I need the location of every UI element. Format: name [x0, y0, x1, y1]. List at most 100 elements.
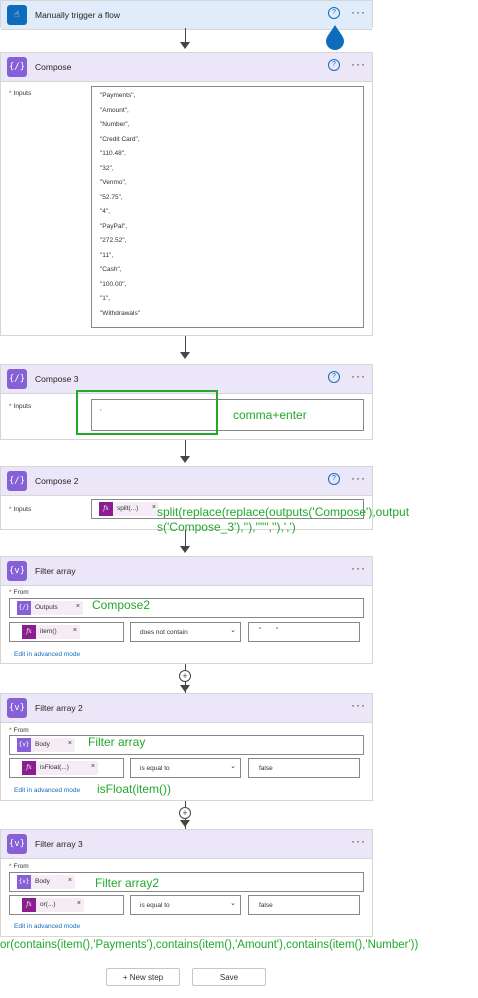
compose-input-line: "110.48", — [100, 150, 126, 157]
compose2-title: Compose 2 — [35, 476, 79, 486]
help-icon[interactable]: ? — [328, 473, 340, 485]
right-value: false — [259, 765, 273, 772]
compose-inputs-field[interactable]: "Payments", "Amount", "Number", "Credit Car… — [91, 86, 364, 328]
filter-array-3-title: Filter array 3 — [35, 839, 83, 849]
token-label: Outputs — [35, 604, 58, 611]
annotation-line: s('Compose_3'),''),'""',''),',') — [157, 520, 296, 534]
filter-array-3-header[interactable]: {v} Filter array 3 ··· — [1, 830, 372, 859]
condition-right-field[interactable]: " " — [248, 622, 360, 642]
body-token[interactable]: {v} Body × — [17, 738, 75, 752]
operator-value: is equal to — [140, 765, 170, 772]
compose-card[interactable]: {/} Compose ? ··· * Inputs "Payments", "Am… — [0, 52, 373, 336]
inputs-label: * Inputs — [9, 506, 32, 513]
operator-dropdown[interactable]: is equal to ⌄ — [130, 895, 241, 915]
compose-input-line: "100.00", — [100, 280, 127, 288]
compose-input-line: "PayPal", — [100, 222, 128, 230]
more-options-icon[interactable]: ··· — [351, 561, 366, 575]
annotation-comma-enter: comma+enter — [233, 408, 307, 422]
compose-input-line: "Withdrawals" — [100, 309, 141, 317]
condition-left-field[interactable]: fx item() × — [9, 622, 124, 642]
compose-header[interactable]: {/} Compose ? ··· — [1, 53, 372, 82]
remove-token-icon[interactable]: × — [68, 877, 72, 884]
annotation-or-contains: or(contains(item(),'Payments'),contains(… — [0, 939, 419, 951]
condition-left-field[interactable]: fx or(...) × — [9, 895, 124, 915]
body-token[interactable]: {v} Body × — [17, 875, 75, 889]
connector-arrowhead — [180, 456, 190, 463]
compose-input-line: "32", — [100, 164, 114, 172]
connector-arrow — [185, 530, 186, 546]
connector-arrow — [185, 28, 186, 42]
compose-icon: {/} — [7, 369, 27, 389]
edit-advanced-mode-link[interactable]: Edit in advanced mode — [14, 923, 80, 930]
compose-input-line: "11", — [100, 251, 114, 259]
chevron-down-icon: ⌄ — [230, 900, 236, 907]
filter-array-card[interactable]: {v} Filter array ··· * From {/} Outputs ×… — [0, 556, 373, 664]
new-step-button[interactable]: + New step — [106, 968, 180, 986]
more-options-icon[interactable]: ··· — [351, 57, 366, 71]
from-label: * From — [9, 589, 29, 596]
expression-token[interactable]: fx item() × — [22, 625, 80, 639]
filter-icon: {v} — [7, 698, 27, 718]
right-value: " " — [259, 627, 279, 634]
help-icon[interactable]: ? — [328, 7, 340, 19]
connector-arrowhead — [180, 42, 190, 49]
compose-title: Compose — [35, 62, 72, 72]
filter-array-2-card[interactable]: {v} Filter array 2 ··· * From {v} Body × … — [0, 693, 373, 801]
filter-array-3-card[interactable]: {v} Filter array 3 ··· * From {v} Body × … — [0, 829, 373, 937]
connector-arrowhead — [180, 352, 190, 359]
more-options-icon[interactable]: ··· — [351, 5, 366, 19]
compose2-header[interactable]: {/} Compose 2 ? ··· — [1, 467, 372, 496]
compose-input-line: "Payments", — [100, 92, 136, 99]
help-icon[interactable]: ? — [328, 59, 340, 71]
remove-token-icon[interactable]: × — [91, 763, 95, 770]
help-icon[interactable]: ? — [328, 371, 340, 383]
remove-token-icon[interactable]: × — [68, 740, 72, 747]
compose-input-line: "Venmo", — [100, 179, 127, 186]
trigger-header[interactable]: ☝ Manually trigger a flow ? ··· — [1, 1, 372, 30]
fx-icon: fx — [22, 761, 36, 775]
drop-icon — [326, 25, 344, 50]
condition-right-field[interactable]: false — [248, 895, 360, 915]
compose-input-line: "Number", — [100, 121, 130, 128]
from-field[interactable]: {v} Body × — [9, 872, 364, 892]
token-label: split(...) — [117, 505, 139, 512]
remove-token-icon[interactable]: × — [76, 603, 80, 610]
from-field[interactable]: {v} Body × — [9, 735, 364, 755]
condition-left-field[interactable]: fx isFloat(...) × — [9, 758, 124, 778]
filter-icon: {v} — [7, 834, 27, 854]
right-value: false — [259, 902, 273, 909]
operator-value: is equal to — [140, 902, 170, 909]
more-options-icon[interactable]: ··· — [351, 698, 366, 712]
more-options-icon[interactable]: ··· — [351, 369, 366, 383]
remove-token-icon[interactable]: × — [152, 504, 156, 511]
annotation-compose2: Compose2 — [92, 598, 151, 612]
from-field[interactable]: {/} Outputs × — [9, 598, 364, 618]
compose-input-line: "1", — [100, 295, 111, 302]
filter-array-header[interactable]: {v} Filter array ··· — [1, 557, 372, 586]
compose3-title: Compose 3 — [35, 374, 79, 384]
more-options-icon[interactable]: ··· — [351, 834, 366, 848]
trigger-card[interactable]: ☝ Manually trigger a flow ? ··· — [0, 0, 373, 30]
connector-arrowhead — [180, 685, 190, 692]
outputs-token[interactable]: {/} Outputs × — [17, 601, 83, 615]
edit-advanced-mode-link[interactable]: Edit in advanced mode — [14, 787, 80, 794]
condition-right-field[interactable]: false — [248, 758, 360, 778]
operator-dropdown[interactable]: does not contain ⌄ — [130, 622, 241, 642]
expression-token[interactable]: fx isFloat(...) × — [22, 761, 98, 775]
remove-token-icon[interactable]: × — [77, 900, 81, 907]
add-step-icon[interactable]: + — [179, 807, 191, 819]
highlight-box — [76, 390, 218, 435]
add-step-icon[interactable]: + — [179, 670, 191, 682]
filter-icon: {v} — [17, 738, 31, 752]
expression-token[interactable]: fx split(...) × — [99, 502, 159, 516]
filter-array-2-header[interactable]: {v} Filter array 2 ··· — [1, 694, 372, 723]
filter-icon: {v} — [17, 875, 31, 889]
edit-advanced-mode-link[interactable]: Edit in advanced mode — [14, 651, 80, 658]
annotation-filter-array2: Filter array2 — [95, 876, 160, 890]
more-options-icon[interactable]: ··· — [351, 471, 366, 485]
save-button[interactable]: Save — [192, 968, 266, 986]
connector-arrowhead — [180, 820, 190, 827]
expression-token[interactable]: fx or(...) × — [22, 898, 84, 912]
remove-token-icon[interactable]: × — [73, 627, 77, 634]
operator-dropdown[interactable]: is equal to ⌄ — [130, 758, 241, 778]
